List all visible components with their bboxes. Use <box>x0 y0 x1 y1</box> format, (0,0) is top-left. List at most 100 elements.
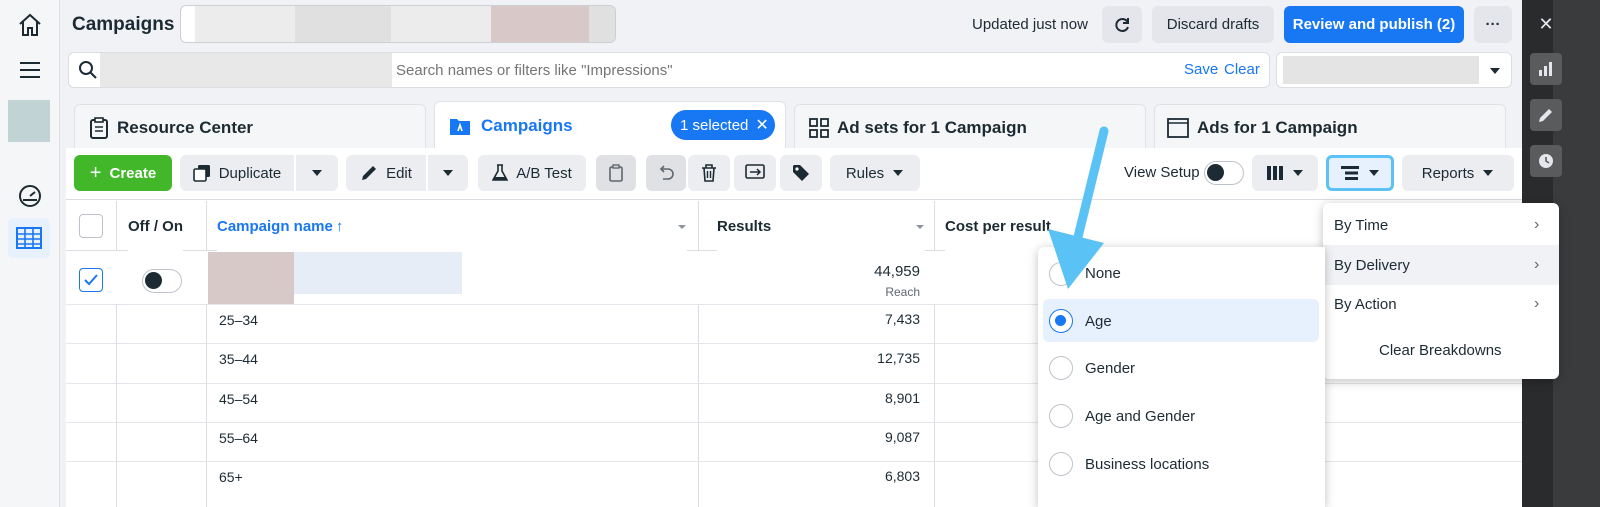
caret-down-icon <box>1369 170 1379 176</box>
search-input[interactable] <box>396 56 1156 84</box>
flask-icon <box>492 164 509 181</box>
breakdown-row-result: 12,735 <box>877 350 920 366</box>
chart-icon[interactable] <box>1530 53 1562 85</box>
column-header-cost[interactable]: Cost per result <box>945 201 1051 251</box>
column-header-name-label: Campaign name <box>217 217 333 235</box>
discard-drafts-button[interactable]: Discard drafts <box>1152 6 1274 43</box>
export-icon <box>745 164 765 179</box>
breakdown-row-label: 45–54 <box>219 391 258 407</box>
clock-icon[interactable] <box>1530 145 1562 177</box>
breakdown-button[interactable] <box>1326 155 1394 191</box>
breakdown-row-result: 6,803 <box>884 468 920 484</box>
reports-button[interactable]: Reports <box>1402 155 1514 191</box>
select-all-checkbox[interactable] <box>79 214 103 238</box>
option-age-and-gender[interactable]: Age and Gender <box>1085 408 1195 425</box>
caret-down-icon <box>312 170 322 176</box>
ab-test-button[interactable]: A/B Test <box>478 155 586 191</box>
column-header-name[interactable]: Campaign name ↑ <box>217 201 687 251</box>
chevron-right-icon: › <box>1534 295 1540 312</box>
create-button[interactable]: + Create <box>74 155 172 191</box>
rules-label: Rules <box>845 164 885 182</box>
close-icon[interactable]: ✕ <box>755 115 768 135</box>
clear-breakdowns-button[interactable]: Clear Breakdowns <box>1379 342 1502 359</box>
plus-icon: + <box>89 161 102 184</box>
caret-down-icon <box>1490 68 1500 74</box>
menu-item-by-time[interactable]: By Time <box>1334 217 1388 234</box>
ads-manager-table-icon[interactable] <box>8 218 50 258</box>
close-panel-icon[interactable]: ✕ <box>1530 8 1562 40</box>
tab-label: Resource Center <box>117 117 254 137</box>
date-range-selector[interactable] <box>1276 52 1512 88</box>
columns-icon <box>1267 166 1283 180</box>
tab-resource-center[interactable]: Resource Center <box>74 104 426 150</box>
folder-icon <box>450 119 470 135</box>
menu-item-by-delivery[interactable]: By Delivery <box>1334 257 1410 274</box>
undo-icon <box>659 165 674 180</box>
caret-down-icon <box>916 225 924 229</box>
performance-gauge-icon[interactable] <box>14 180 46 212</box>
column-header-results-label: Results <box>717 217 772 235</box>
tab-ads[interactable]: Ads for 1 Campaign <box>1154 104 1506 150</box>
account-selector[interactable] <box>180 5 616 43</box>
edit-button[interactable]: Edit <box>346 155 426 191</box>
columns-button[interactable] <box>1252 155 1318 191</box>
edit-dropdown[interactable] <box>428 155 468 191</box>
export-button[interactable] <box>734 155 776 191</box>
breakdown-row-label: 65+ <box>219 469 243 485</box>
tab-label: Ads for 1 Campaign <box>1197 117 1358 137</box>
delete-button[interactable] <box>688 155 730 191</box>
column-header-results[interactable]: Results <box>717 201 925 251</box>
refresh-icon <box>1115 17 1129 32</box>
ab-test-label: A/B Test <box>516 164 572 182</box>
campaign-status-toggle[interactable] <box>142 269 182 293</box>
caret-down-icon <box>443 170 453 176</box>
breakdown-row-result: 7,433 <box>884 311 920 327</box>
review-publish-button[interactable]: Review and publish (2) <box>1284 6 1464 43</box>
paste-button[interactable] <box>596 155 636 191</box>
campaign-name-redacted[interactable] <box>208 252 294 304</box>
undo-button[interactable] <box>646 155 686 191</box>
radio-age-and-gender[interactable] <box>1049 404 1073 428</box>
breakdown-icon <box>1341 166 1359 180</box>
tag-button[interactable] <box>780 155 822 191</box>
breakdown-row-result: 9,087 <box>884 429 920 445</box>
trash-icon <box>702 164 716 182</box>
menu-icon[interactable] <box>14 54 46 86</box>
result-type: Reach <box>885 285 920 299</box>
home-icon[interactable] <box>14 9 46 41</box>
caret-down-icon <box>678 225 686 229</box>
radio-gender[interactable] <box>1049 356 1073 380</box>
save-filter-link[interactable]: Save <box>1184 61 1218 78</box>
view-setup-toggle[interactable] <box>1204 161 1244 185</box>
pencil-icon <box>362 166 377 180</box>
clear-filter-link[interactable]: Clear <box>1224 61 1260 78</box>
radio-business-locations[interactable] <box>1049 452 1073 476</box>
option-gender[interactable]: Gender <box>1085 360 1135 377</box>
option-age[interactable]: Age <box>1085 313 1112 330</box>
refresh-button[interactable] <box>1102 6 1142 43</box>
duplicate-button[interactable]: Duplicate <box>180 155 294 191</box>
annotation-arrow <box>1048 126 1109 289</box>
pencil-icon[interactable] <box>1530 99 1562 131</box>
column-header-onoff: Off / On <box>128 201 183 251</box>
checkmark-icon <box>84 274 98 286</box>
tab-label: Campaigns <box>481 116 573 135</box>
duplicate-dropdown[interactable] <box>296 155 338 191</box>
menu-item-by-action[interactable]: By Action <box>1334 296 1397 313</box>
duplicate-icon <box>192 165 210 182</box>
tab-campaigns[interactable]: Campaigns 1 selected ✕ <box>434 101 786 150</box>
rules-button[interactable]: Rules <box>830 155 920 191</box>
chevron-right-icon: › <box>1534 256 1540 273</box>
campaign-name-redacted[interactable] <box>294 252 462 294</box>
more-options-button[interactable]: ··· <box>1474 6 1512 43</box>
row-checkbox[interactable] <box>79 268 103 292</box>
selection-badge[interactable]: 1 selected ✕ <box>671 110 775 140</box>
radio-age[interactable] <box>1049 309 1073 333</box>
breakdown-row-label: 25–34 <box>219 312 258 328</box>
account-avatar[interactable] <box>8 100 50 142</box>
search-icon <box>78 60 98 83</box>
breakdown-row-result: 8,901 <box>884 390 920 406</box>
option-business-locations[interactable]: Business locations <box>1085 456 1209 473</box>
active-filter-chip[interactable] <box>100 53 392 87</box>
tag-icon <box>793 165 809 181</box>
